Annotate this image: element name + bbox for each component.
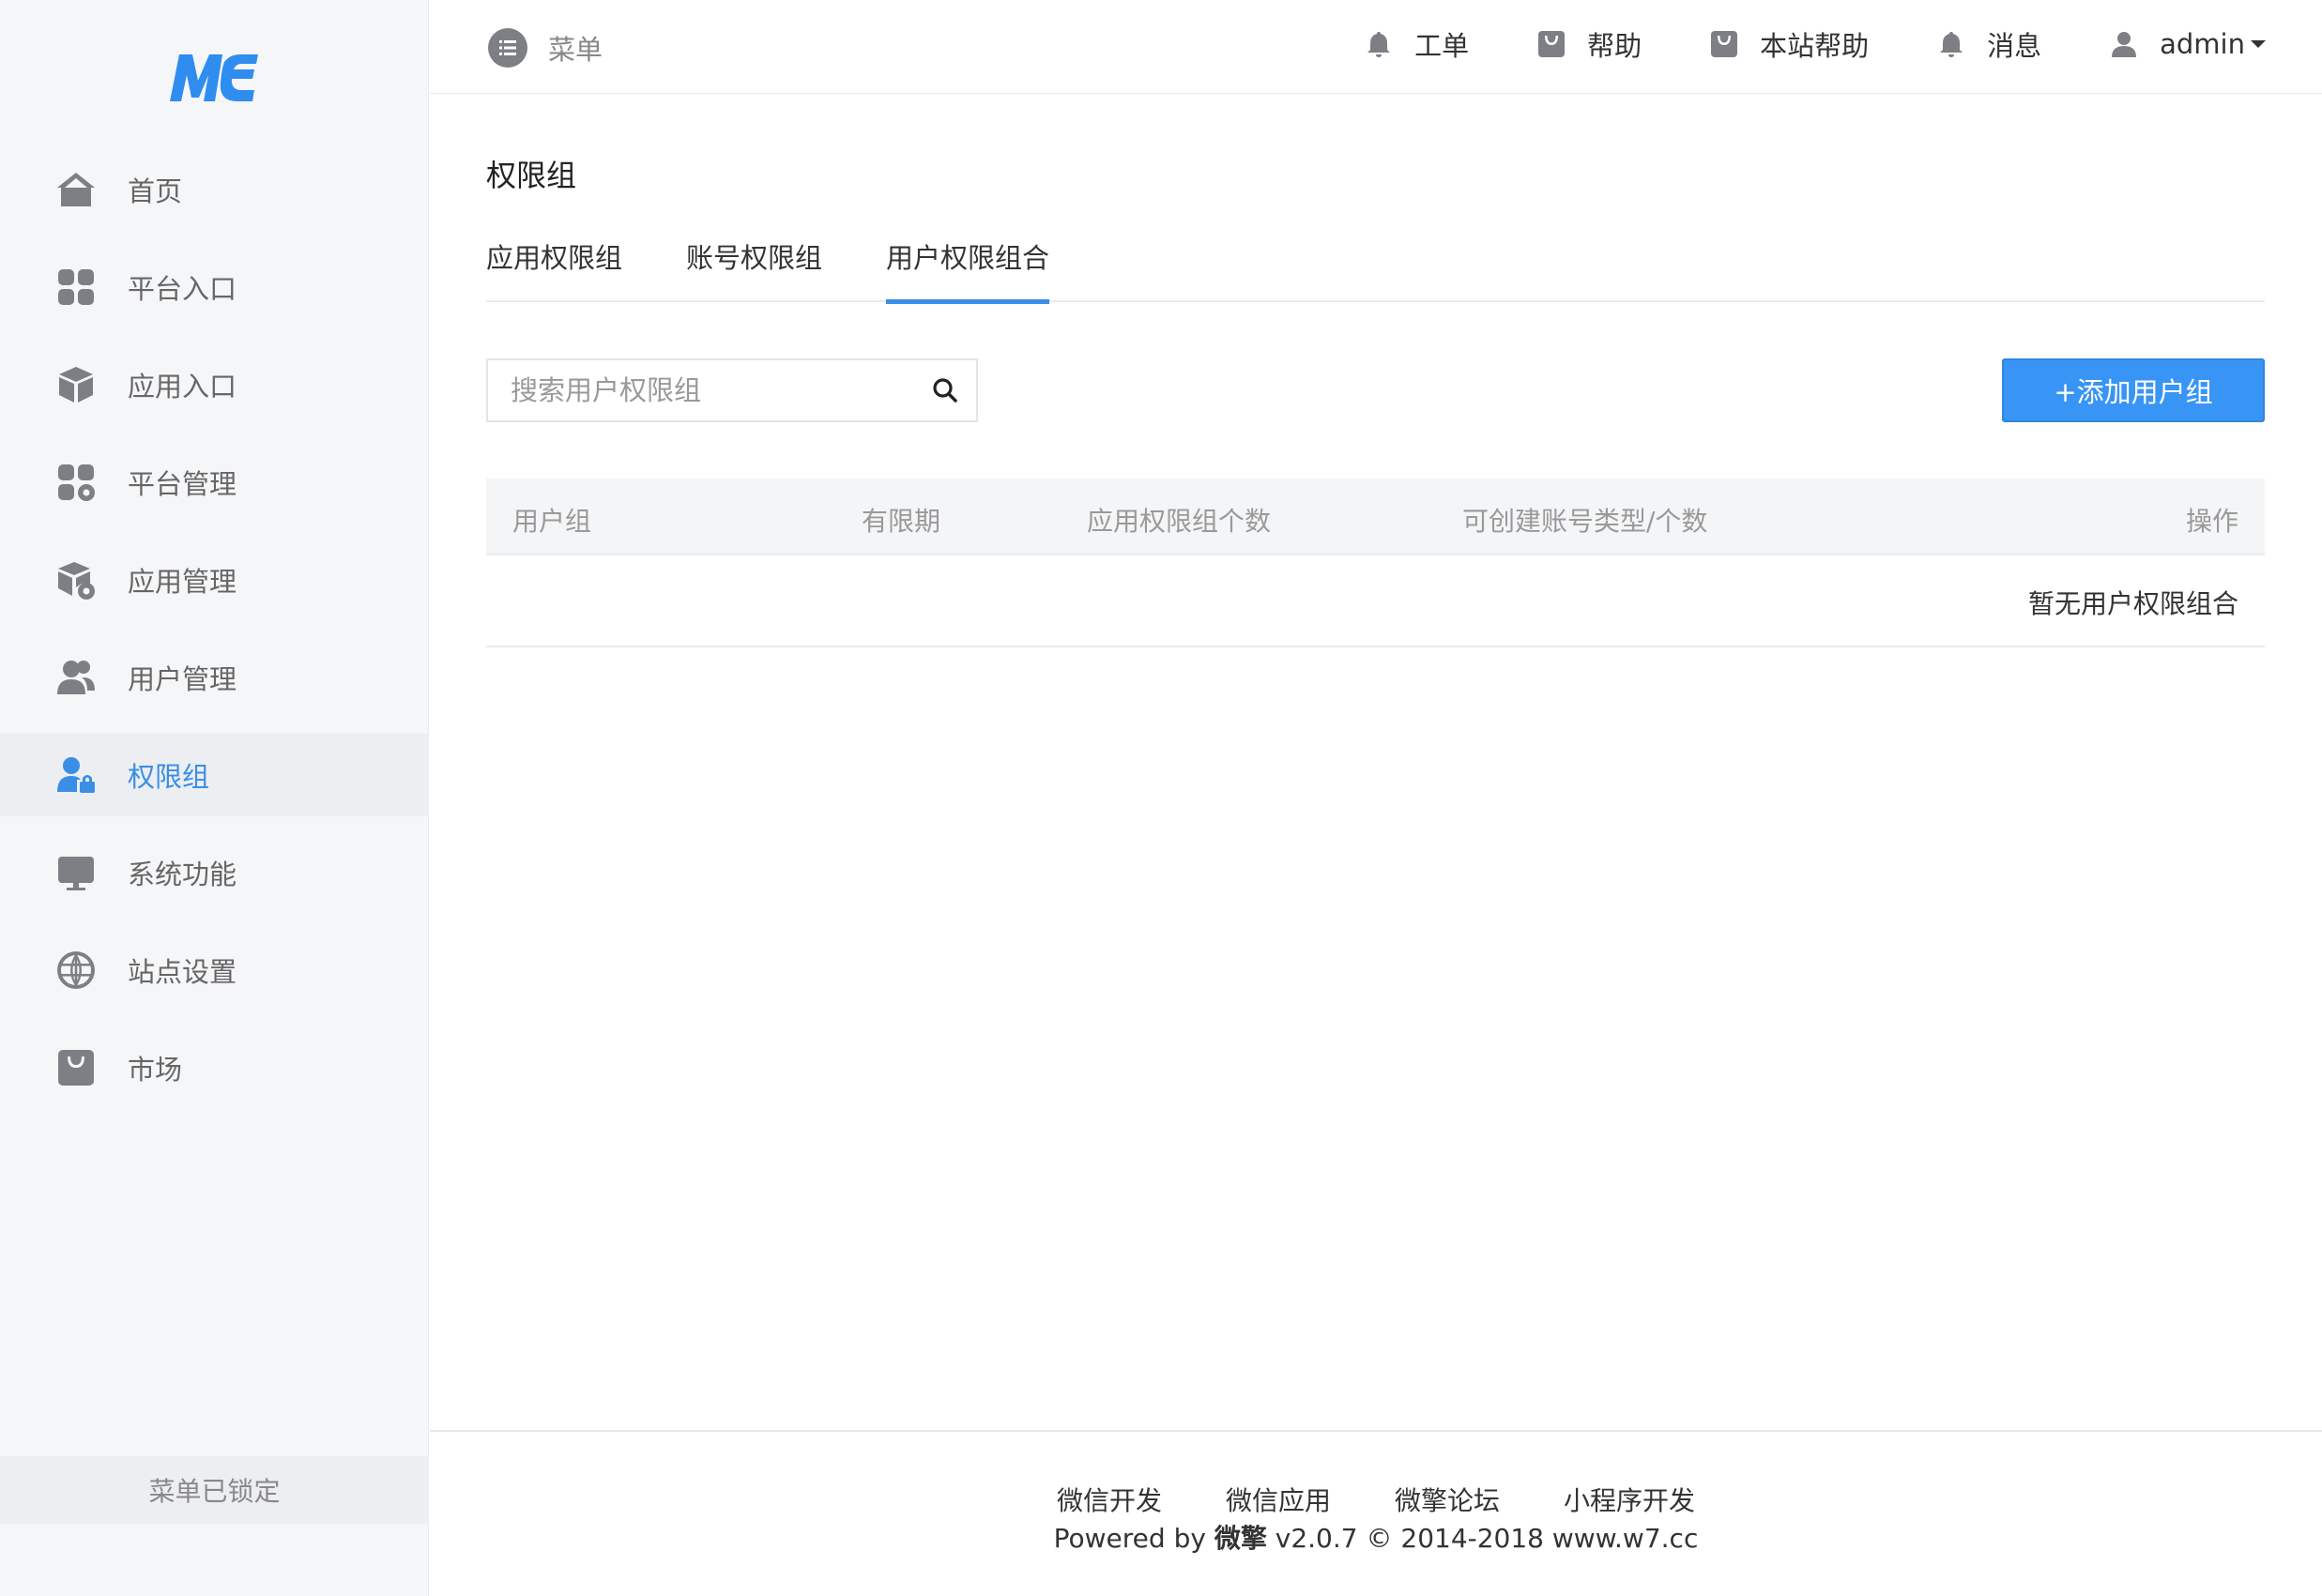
header-link-help[interactable]: 帮助	[1536, 24, 1642, 64]
monitor-icon	[54, 851, 98, 894]
header-link-messages[interactable]: 消息	[1936, 24, 2041, 64]
search-icon[interactable]	[914, 360, 976, 420]
shopping-bag-icon	[1538, 31, 1566, 57]
powered-prefix: Powered by	[1053, 1523, 1206, 1554]
sidebar-item-platform-manage[interactable]: 平台管理	[0, 441, 429, 524]
sidebar-item-app-manage[interactable]: 应用管理	[0, 539, 429, 621]
sidebar-item-label: 应用管理	[128, 566, 237, 598]
header-link-label: 工单	[1414, 30, 1470, 62]
header-link-site-help[interactable]: 本站帮助	[1709, 24, 1869, 64]
bell-icon	[1940, 32, 1963, 57]
user-group-table: 用户组 有限期 应用权限组个数 可创建账号类型/个数 操作 暂无用户权限组合	[486, 479, 2265, 647]
menu-toggle-button[interactable]: 菜单	[488, 28, 603, 68]
shopping-bag-icon	[54, 1046, 98, 1089]
page-title: 权限组	[486, 158, 577, 193]
home-icon	[54, 168, 98, 211]
sidebar-item-label: 平台入口	[128, 273, 237, 305]
grid-icon	[54, 266, 98, 309]
globe-icon	[54, 949, 98, 992]
tab-bar: 应用权限组 账号权限组 用户权限组合	[486, 236, 2265, 304]
sidebar-item-label: 系统功能	[128, 859, 237, 890]
sidebar-item-label: 应用入口	[128, 371, 237, 403]
sidebar-item-market[interactable]: 市场	[0, 1026, 429, 1109]
column-header: 用户组	[512, 506, 592, 537]
grid-gear-icon	[54, 461, 98, 504]
tab-app-permission-group[interactable]: 应用权限组	[486, 236, 622, 302]
empty-row: 暂无用户权限组合	[486, 555, 2265, 647]
column-header: 有限期	[862, 506, 941, 537]
users-icon	[54, 656, 98, 699]
sidebar-item-label: 首页	[128, 175, 183, 207]
footer-link-miniprogram-dev[interactable]: 小程序开发	[1564, 1481, 1695, 1518]
user-lock-icon	[54, 753, 98, 797]
empty-message: 暂无用户权限组合	[2027, 588, 2238, 619]
menu-lock-toggle[interactable]: 菜单已锁定	[0, 1456, 429, 1524]
search-input[interactable]	[488, 360, 914, 420]
footer-link-wechat-apps[interactable]: 微信应用	[1226, 1481, 1331, 1518]
table-header: 用户组 有限期 应用权限组个数 可创建账号类型/个数 操作	[486, 479, 2265, 555]
sidebar-item-label: 市场	[128, 1054, 183, 1086]
sidebar-nav: 首页 平台入口 应用入口 平台管理 应用管理 用户管理 权限组 系统功能 站点设…	[0, 148, 429, 1124]
column-header: 操作	[2185, 506, 2238, 537]
header-link-label: 消息	[1987, 30, 2042, 62]
cube-icon	[54, 363, 98, 406]
search-box	[486, 358, 978, 422]
logo[interactable]	[164, 49, 262, 105]
header-link-label: 本站帮助	[1760, 30, 1870, 62]
sidebar-item-label: 用户管理	[128, 663, 237, 695]
tab-user-permission-combo[interactable]: 用户权限组合	[886, 236, 1050, 304]
tab-account-permission-group[interactable]: 账号权限组	[686, 236, 822, 302]
sidebar-item-label: 站点设置	[128, 956, 237, 988]
cube-gear-icon	[54, 558, 98, 601]
header-link-label: 帮助	[1587, 30, 1642, 62]
menu-toggle-label: 菜单	[548, 34, 603, 66]
header-link-ticket[interactable]: 工单	[1364, 24, 1469, 64]
add-user-group-button[interactable]: +添加用户组	[2002, 358, 2265, 422]
sidebar-item-permission-group[interactable]: 权限组	[0, 734, 429, 816]
sidebar-item-label: 平台管理	[128, 468, 237, 500]
sidebar: 首页 平台入口 应用入口 平台管理 应用管理 用户管理 权限组 系统功能 站点设…	[0, 0, 429, 1596]
sidebar-item-app-entry[interactable]: 应用入口	[0, 343, 429, 426]
user-menu-dropdown[interactable]: admin	[2109, 28, 2266, 60]
brand-name: 微擎	[1214, 1523, 1267, 1554]
sidebar-item-label: 权限组	[128, 761, 210, 793]
bell-icon	[1367, 32, 1391, 57]
username: admin	[2160, 28, 2245, 60]
copyright: Powered by 微擎 v2.0.7 © 2014-2018 www.w7.…	[430, 1518, 2322, 1556]
logo-mark	[170, 54, 258, 101]
sidebar-item-home[interactable]: 首页	[0, 148, 429, 231]
footer: 微信开发 微信应用 微擎论坛 小程序开发 Powered by 微擎 v2.0.…	[430, 1430, 2322, 1596]
footer-link-forum[interactable]: 微擎论坛	[1395, 1481, 1500, 1518]
footer-link-wechat-dev[interactable]: 微信开发	[1057, 1481, 1162, 1518]
header-links: 工单 帮助 本站帮助 消息 admin	[1296, 24, 2266, 64]
powered-suffix: v2.0.7 © 2014-2018 www.w7.cc	[1275, 1523, 1699, 1554]
caret-down-icon	[2251, 40, 2266, 48]
column-header: 可创建账号类型/个数	[1462, 506, 1708, 537]
user-icon	[2112, 32, 2137, 57]
list-icon	[488, 28, 527, 68]
column-header: 应用权限组个数	[1087, 506, 1272, 537]
sidebar-item-site-settings[interactable]: 站点设置	[0, 929, 429, 1011]
footer-links: 微信开发 微信应用 微擎论坛 小程序开发	[430, 1481, 2322, 1518]
sidebar-item-user-manage[interactable]: 用户管理	[0, 636, 429, 719]
shopping-bag-icon	[1711, 31, 1738, 57]
sidebar-item-platform-entry[interactable]: 平台入口	[0, 246, 429, 328]
top-header: 菜单 工单 帮助 本站帮助 消息 admin	[430, 0, 2322, 94]
sidebar-item-system[interactable]: 系统功能	[0, 831, 429, 914]
